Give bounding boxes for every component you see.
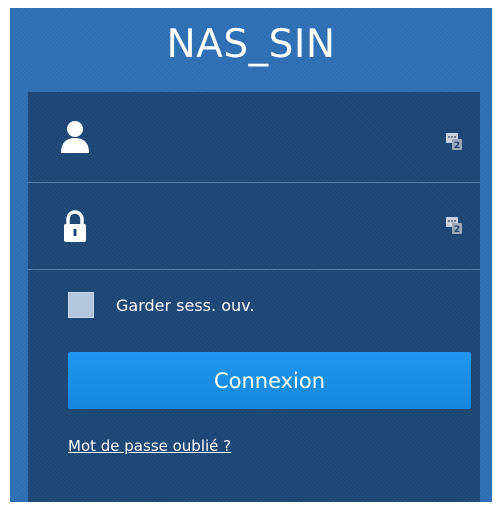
password-input[interactable] — [106, 208, 430, 246]
remember-session-label[interactable]: Garder sess. ouv. — [116, 296, 254, 315]
svg-text:2: 2 — [454, 225, 460, 234]
username-field: 2 — [28, 96, 480, 183]
remember-session-option[interactable]: Garder sess. ouv. — [68, 290, 254, 320]
svg-text:2: 2 — [454, 141, 460, 150]
login-window: NAS_SIN 2 2 Garder sess. ouv. Connexion … — [10, 8, 492, 502]
otp-code-icon[interactable]: 2 — [446, 132, 462, 151]
nas-name-title: NAS_SIN — [166, 22, 336, 67]
login-button[interactable]: Connexion — [68, 352, 471, 409]
forgot-password-link[interactable]: Mot de passe oublié ? — [68, 437, 231, 455]
login-panel: 2 2 Garder sess. ouv. Connexion Mot de p… — [28, 92, 480, 502]
otp-code-icon[interactable]: 2 — [446, 216, 462, 235]
remember-session-checkbox[interactable] — [68, 292, 94, 318]
lock-icon — [60, 209, 90, 243]
username-input[interactable] — [106, 121, 430, 159]
user-icon — [60, 120, 90, 154]
password-field: 2 — [28, 183, 480, 270]
